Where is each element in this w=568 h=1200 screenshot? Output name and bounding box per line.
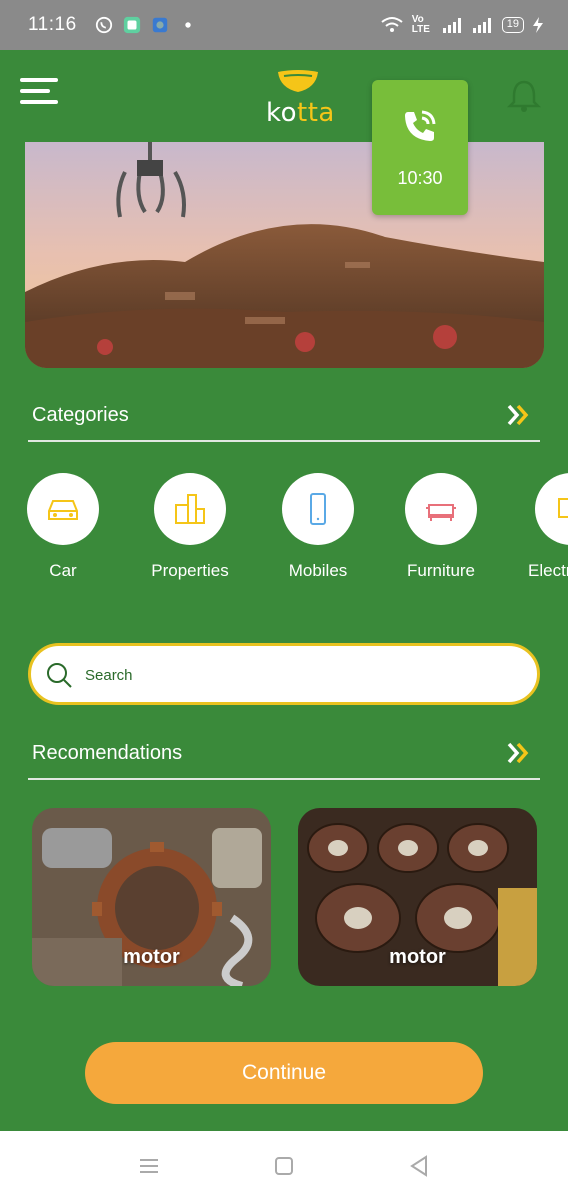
dot-icon bbox=[184, 22, 191, 28]
recommendation-label: motor bbox=[389, 946, 446, 968]
sofa-icon bbox=[426, 504, 456, 521]
category-circle bbox=[535, 473, 568, 545]
notification-bell-icon[interactable] bbox=[506, 78, 542, 114]
category-label: Car bbox=[49, 561, 77, 580]
categories-header: Categories bbox=[28, 398, 540, 442]
app-header: kotta bbox=[0, 50, 568, 142]
building-icon bbox=[175, 494, 205, 524]
categories-more-arrow-icon[interactable] bbox=[506, 402, 532, 428]
car-icon bbox=[48, 500, 78, 520]
category-label: Furniture bbox=[406, 561, 476, 580]
logo-basket-icon bbox=[278, 70, 318, 92]
category-label: Mobiles bbox=[288, 561, 348, 580]
phone-call-icon bbox=[405, 110, 436, 141]
electronics-icon bbox=[558, 498, 568, 518]
search-input[interactable] bbox=[85, 663, 505, 687]
recommendations-header: Recomendations bbox=[28, 736, 540, 780]
recommendations-title: Recomendations bbox=[32, 742, 183, 764]
notification-icons bbox=[95, 16, 197, 34]
category-properties[interactable]: Properties bbox=[130, 473, 250, 581]
category-circle bbox=[405, 473, 477, 545]
app-notification-icon bbox=[123, 16, 140, 34]
browser-notification-icon bbox=[152, 17, 167, 33]
category-electronics[interactable]: Electr bbox=[508, 473, 568, 581]
categories-title: Categories bbox=[32, 404, 129, 426]
system-icons: Vo LTE 19 bbox=[380, 15, 544, 35]
phone-icon bbox=[310, 493, 326, 525]
recommendation-card[interactable]: motor bbox=[298, 808, 537, 986]
status-time: 11:16 bbox=[28, 14, 77, 35]
category-car[interactable]: Car bbox=[3, 473, 123, 581]
status-bar: 11:16 Vo LTE 19 bbox=[0, 0, 568, 50]
category-circle bbox=[282, 473, 354, 545]
recent-apps-icon[interactable] bbox=[136, 1153, 162, 1179]
call-card[interactable]: 10:30 bbox=[372, 80, 468, 215]
home-icon[interactable] bbox=[271, 1153, 297, 1179]
wifi-icon bbox=[381, 17, 403, 32]
charging-icon bbox=[533, 17, 543, 33]
search-icon bbox=[47, 663, 72, 688]
category-circle bbox=[154, 473, 226, 545]
whatsapp-icon bbox=[95, 16, 112, 34]
category-mobiles[interactable]: Mobiles bbox=[258, 473, 378, 581]
category-furniture[interactable]: Furniture bbox=[381, 473, 501, 581]
section-divider bbox=[28, 440, 540, 442]
battery-indicator: 19 bbox=[501, 17, 524, 33]
network-label: Vo LTE bbox=[411, 14, 430, 35]
logo-text: kotta bbox=[266, 98, 335, 128]
recommendation-card[interactable]: motor bbox=[32, 808, 271, 986]
menu-line bbox=[20, 100, 58, 104]
category-label: Properties bbox=[151, 561, 229, 580]
call-time: 10:30 bbox=[397, 168, 443, 188]
category-circle bbox=[27, 473, 99, 545]
back-icon[interactable] bbox=[406, 1153, 432, 1179]
hamburger-menu-button[interactable] bbox=[20, 78, 60, 108]
recommendations-more-arrow-icon[interactable] bbox=[506, 740, 532, 766]
signal-icon-2 bbox=[472, 18, 491, 33]
search-bar[interactable] bbox=[28, 643, 540, 705]
category-label: Electr bbox=[528, 561, 568, 580]
continue-button[interactable]: Continue bbox=[85, 1042, 483, 1104]
signal-icon bbox=[442, 18, 461, 33]
kotta-logo: kotta bbox=[262, 68, 334, 128]
menu-line bbox=[20, 78, 58, 82]
menu-line bbox=[20, 89, 50, 93]
system-nav-bar bbox=[0, 1131, 568, 1200]
recommendation-label: motor bbox=[123, 946, 180, 968]
section-divider bbox=[28, 778, 540, 780]
